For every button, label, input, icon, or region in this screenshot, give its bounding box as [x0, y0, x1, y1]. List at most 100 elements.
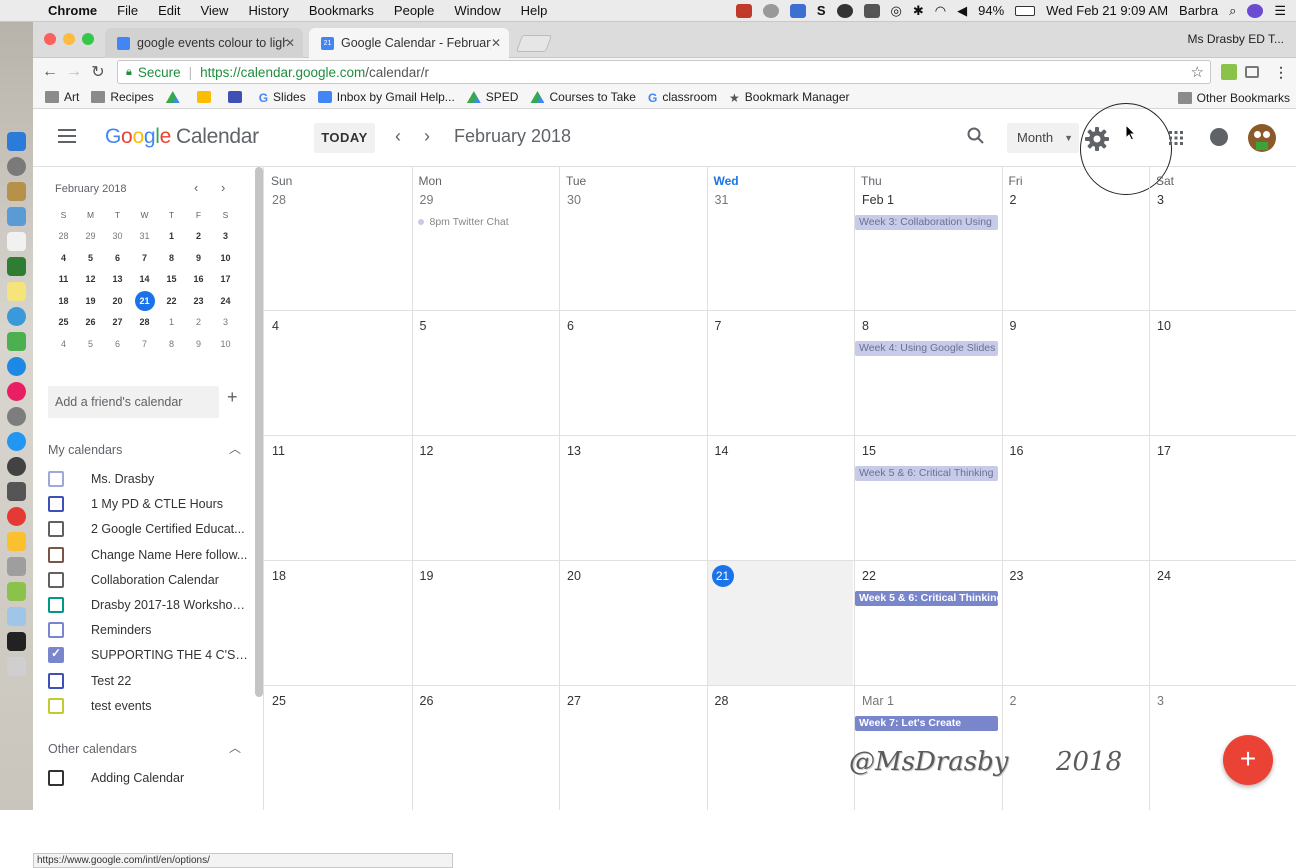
date-number[interactable]: 2	[1010, 694, 1017, 708]
mini-day[interactable]: 15	[158, 274, 185, 284]
folder-icon[interactable]	[7, 607, 26, 626]
calendar-list-item[interactable]: SUPPORTING THE 4 C'S W...	[48, 643, 248, 667]
mini-prev-month-icon[interactable]: ‹	[194, 180, 198, 195]
spreadsheet-icon[interactable]	[7, 257, 26, 276]
screen-recorder-icon[interactable]	[7, 482, 26, 501]
mini-day[interactable]: 7	[131, 253, 158, 263]
calendar-checkbox[interactable]	[48, 471, 64, 487]
mini-day[interactable]: 25	[50, 317, 77, 327]
date-number[interactable]: 23	[1010, 569, 1024, 583]
menu-file[interactable]: File	[107, 3, 148, 18]
date-number[interactable]: 29	[420, 193, 434, 207]
address-bar[interactable]: 🔒︎ Secure | https://calendar.google.com /…	[117, 60, 1211, 84]
bookmark-sites[interactable]	[227, 91, 247, 103]
mini-day[interactable]: 16	[185, 274, 212, 284]
tab-google-search[interactable]: google events colour to light h ✕	[105, 28, 303, 58]
accessibility-icon[interactable]: ◎	[891, 3, 902, 19]
mini-day[interactable]: 17	[212, 274, 239, 284]
screen-icon[interactable]	[789, 3, 806, 18]
bookmark-courses[interactable]: Courses to Take	[530, 90, 636, 104]
date-number[interactable]: 6	[567, 319, 574, 333]
mini-day[interactable]: 30	[104, 231, 131, 241]
bookmark-recipes[interactable]: Recipes	[91, 90, 154, 104]
mini-day[interactable]: 5	[77, 253, 104, 263]
date-number[interactable]: 9	[1010, 319, 1017, 333]
menu-people[interactable]: People	[384, 3, 444, 18]
mini-day[interactable]: 21	[131, 290, 158, 311]
date-number[interactable]: 20	[567, 569, 581, 583]
mini-day[interactable]: 28	[50, 231, 77, 241]
calendar-event[interactable]: Week 5 & 6: Critical Thinking	[855, 466, 998, 481]
date-number[interactable]: 5	[420, 319, 427, 333]
next-month-icon[interactable]: ›	[424, 126, 430, 147]
today-button[interactable]: TODAY	[314, 123, 375, 153]
calendar-checkbox[interactable]	[48, 672, 64, 689]
menu-user[interactable]: Barbra	[1179, 3, 1218, 18]
calendar-checkbox[interactable]	[48, 646, 64, 664]
my-calendars-heading[interactable]: My calendars	[48, 443, 122, 457]
menu-app-name[interactable]: Chrome	[48, 3, 107, 18]
calendar-list-item[interactable]: Change Name Here follow...	[48, 543, 248, 567]
filmstrip-icon[interactable]	[735, 3, 752, 18]
menu-history[interactable]: History	[238, 3, 298, 18]
calendar-list-item[interactable]: Drasby 2017-18 Workshop...	[48, 593, 248, 617]
textedit-icon[interactable]	[7, 232, 26, 251]
date-number[interactable]: 12	[420, 444, 434, 458]
date-number[interactable]: 14	[715, 444, 729, 458]
wifi-icon[interactable]: ◠	[935, 3, 946, 19]
finder-icon[interactable]	[7, 132, 26, 151]
messages-icon[interactable]	[7, 307, 26, 326]
calendar-event[interactable]: Week 5 & 6: Critical Thinking	[855, 591, 998, 606]
date-number[interactable]: 10	[1157, 319, 1171, 333]
calendar-list-item[interactable]: 1 My PD & CTLE Hours	[48, 492, 248, 516]
menu-window[interactable]: Window	[444, 3, 510, 18]
siri-icon[interactable]	[1247, 3, 1264, 18]
create-event-plus-button[interactable]: +	[1223, 735, 1273, 785]
date-number[interactable]: 28	[272, 193, 286, 207]
add-friend-calendar-input[interactable]: Add a friend's calendar	[48, 386, 219, 418]
mini-day[interactable]: 9	[185, 253, 212, 263]
date-number[interactable]: Feb 1	[862, 193, 894, 207]
mini-day[interactable]: 2	[185, 231, 212, 241]
chrome-menu-icon[interactable]: ⋮	[1273, 64, 1289, 80]
mini-day[interactable]: 31	[131, 231, 158, 241]
zoom-window-button[interactable]	[82, 33, 94, 45]
date-number[interactable]: 3	[1157, 694, 1164, 708]
cast-icon[interactable]	[1245, 66, 1259, 78]
reload-icon[interactable]: ↻	[86, 62, 110, 82]
quicktime-icon[interactable]	[7, 457, 26, 476]
previous-month-icon[interactable]: ‹	[395, 126, 401, 147]
bookmark-classroom[interactable]: Gclassroom	[648, 90, 717, 105]
notification-center-icon[interactable]: ☰	[1274, 3, 1286, 19]
calendar-checkbox[interactable]	[48, 622, 64, 639]
calendar-list-item[interactable]: Reminders	[48, 618, 248, 642]
add-calendar-plus-icon[interactable]: +	[227, 387, 238, 408]
terminal-icon[interactable]	[7, 632, 26, 651]
date-number[interactable]: 25	[272, 694, 286, 708]
mini-day[interactable]: 20	[104, 296, 131, 306]
calendar-checkbox[interactable]	[48, 597, 64, 613]
mini-day[interactable]: 22	[158, 296, 185, 306]
bookmark-star-icon[interactable]: ☆	[1191, 63, 1204, 81]
mini-day[interactable]: 8	[158, 253, 185, 263]
date-number[interactable]: 3	[1157, 193, 1164, 207]
menu-bookmarks[interactable]: Bookmarks	[299, 3, 384, 18]
drive-icon[interactable]	[863, 3, 880, 18]
date-number[interactable]: 16	[1010, 444, 1024, 458]
date-number[interactable]: 24	[1157, 569, 1171, 583]
date-number[interactable]: 13	[567, 444, 581, 458]
other-calendars-heading[interactable]: Other calendars	[48, 742, 137, 756]
spotlight-icon[interactable]: ⌕	[1229, 3, 1236, 19]
system-preferences-icon[interactable]	[7, 407, 26, 426]
calendar-event[interactable]: Week 3: Collaboration Using	[855, 215, 998, 230]
menu-clock[interactable]: Wed Feb 21 9:09 AM	[1046, 3, 1168, 18]
google-apps-icon[interactable]	[1169, 131, 1183, 145]
forward-icon[interactable]: →	[62, 63, 86, 81]
mini-day[interactable]: 27	[104, 317, 131, 327]
calendar-list-item[interactable]: 2 Google Certified Educat...	[48, 517, 248, 541]
close-window-button[interactable]	[44, 33, 56, 45]
date-number[interactable]: 27	[567, 694, 581, 708]
mini-day[interactable]: 9	[185, 339, 212, 349]
mini-day[interactable]: 3	[212, 231, 239, 241]
menu-help[interactable]: Help	[511, 3, 558, 18]
